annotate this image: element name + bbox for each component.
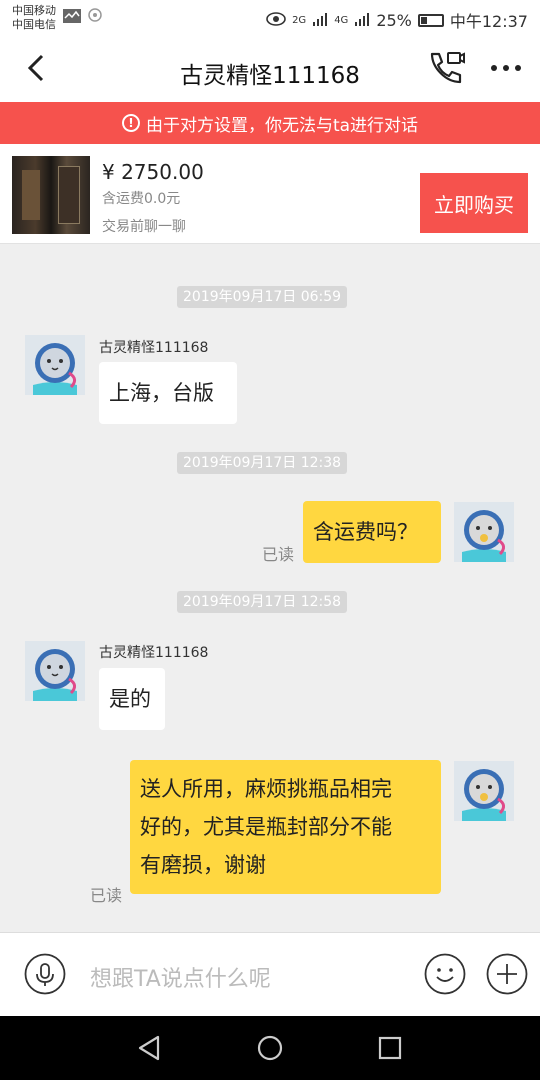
message-bubble-incoming[interactable]: 是的: [99, 668, 165, 730]
block-notice-text: 由于对方设置，你无法与ta进行对话: [145, 115, 419, 136]
avatar[interactable]: [454, 761, 514, 821]
product-thumbnail[interactable]: [12, 156, 90, 234]
timestamp: 2019年09月17日 12:58: [177, 591, 348, 613]
message-input-bar: 想跟TA说点什么呢: [0, 932, 540, 1016]
avatar[interactable]: [25, 335, 85, 395]
emoji-button[interactable]: [424, 953, 466, 995]
message-line: 有磨损，谢谢: [140, 853, 266, 877]
buy-now-button[interactable]: 立即购买: [420, 173, 528, 233]
cat-astronaut-avatar-icon: [25, 641, 85, 701]
block-notice-banner: ! 由于对方设置，你无法与ta进行对话: [0, 102, 540, 144]
chat-header: 古灵精怪111168: [0, 36, 540, 102]
read-status: 已读: [262, 545, 295, 564]
carrier-2: 中国电信: [12, 18, 56, 31]
chat-before-trade-label: 交易前聊一聊: [102, 219, 186, 235]
system-nav-bar: [0, 1016, 540, 1080]
timestamp: 2019年09月17日 12:38: [177, 452, 348, 474]
avatar[interactable]: [25, 641, 85, 701]
alert-icon: !: [121, 114, 140, 132]
battery-icon: [417, 13, 444, 27]
phone-icon: [430, 52, 465, 84]
sender-name: 古灵精怪111168: [99, 340, 209, 356]
net-4g-label: 4G: [334, 14, 349, 26]
circle-home-icon: [257, 1035, 283, 1061]
read-status: 已读: [90, 886, 123, 905]
more-button[interactable]: [486, 50, 526, 86]
product-shipping: 含运费0.0元: [102, 191, 181, 207]
product-price: ¥ 2750.00: [102, 160, 204, 184]
sender-name: 古灵精怪111168: [99, 645, 209, 661]
clock: 中午12:37: [449, 12, 528, 31]
carrier-labels: 中国移动 中国电信: [12, 4, 56, 32]
message-line: 好的，尤其是瓶封部分不能: [140, 815, 392, 839]
product-card[interactable]: ¥ 2750.00 含运费0.0元 交易前聊一聊 立即购买: [0, 144, 540, 244]
signal-icon-1: [312, 11, 328, 30]
nav-back-button[interactable]: [136, 1034, 164, 1062]
smiley-icon: [424, 953, 466, 995]
nav-home-button[interactable]: [256, 1034, 284, 1062]
message-input[interactable]: 想跟TA说点什么呢: [90, 961, 271, 993]
cat-astronaut-avatar-icon: [454, 761, 514, 821]
nav-recents-button[interactable]: [376, 1034, 404, 1062]
eye-icon: [266, 11, 286, 30]
battery-percent: 25%: [376, 10, 412, 30]
plus-icon: [486, 953, 528, 995]
message-bubble-incoming[interactable]: 上海，台版: [99, 362, 237, 424]
carrier-1: 中国移动: [12, 4, 56, 17]
activity-icon: [62, 8, 82, 28]
cat-astronaut-avatar-icon: [454, 502, 514, 562]
status-bar: 中国移动 中国电信 2G 4G 25% 中午12:37: [0, 0, 540, 36]
notification-icon: [88, 8, 102, 26]
timestamp: 2019年09月17日 06:59: [177, 286, 348, 308]
more-dots-icon: [491, 65, 521, 71]
message-bubble-outgoing[interactable]: 送人所用，麻烦挑瓶品相完 好的，尤其是瓶封部分不能 有磨损，谢谢: [130, 760, 441, 894]
cat-astronaut-avatar-icon: [25, 335, 85, 395]
voice-button[interactable]: [24, 953, 66, 995]
status-right: 2G 4G 25% 中午12:37: [266, 8, 528, 32]
signal-icon-2: [354, 11, 370, 30]
triangle-back-icon: [138, 1035, 160, 1061]
message-line: 送人所用，麻烦挑瓶品相完: [140, 777, 392, 801]
net-2g-label: 2G: [292, 14, 307, 26]
add-attachment-button[interactable]: [486, 953, 528, 995]
avatar[interactable]: [454, 502, 514, 562]
square-recents-icon: [378, 1036, 402, 1060]
microphone-icon: [24, 953, 66, 995]
message-bubble-outgoing[interactable]: 含运费吗？: [303, 501, 441, 563]
call-button[interactable]: [426, 50, 466, 86]
